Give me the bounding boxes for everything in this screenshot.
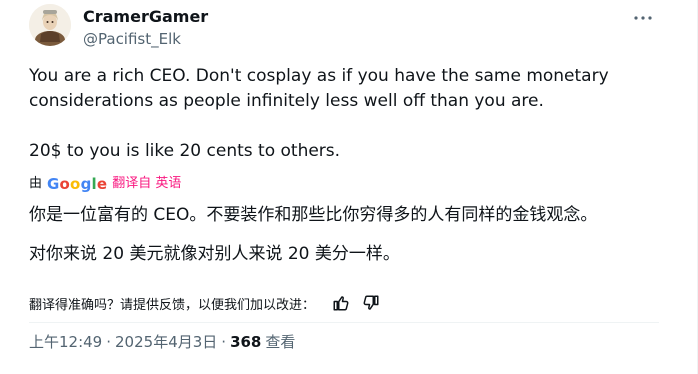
- avatar-image: [29, 4, 71, 46]
- thumbs-up-button[interactable]: [331, 293, 351, 313]
- translation-feedback: 翻译得准确吗？请提供反馈，以便我们加以改进：: [29, 293, 381, 313]
- more-options-button[interactable]: [632, 8, 654, 28]
- thumbs-up-icon: [333, 296, 349, 311]
- tweet-date[interactable]: 2025年4月3日: [115, 332, 217, 352]
- meta-separator: ·: [221, 333, 227, 351]
- feedback-buttons: [331, 293, 381, 313]
- views-label: 查看: [265, 333, 296, 351]
- views-count: 368: [230, 333, 262, 351]
- translated-by-prefix: 由: [29, 176, 43, 191]
- tweet-original-text: You are a rich CEO. Don't cosplay as if …: [29, 66, 609, 161]
- translation-attribution: 由 Google 翻译自 英语: [29, 175, 181, 193]
- tweet-meta: 上午12:49 · 2025年4月3日 · 368 查看: [29, 332, 295, 352]
- thumbs-down-button[interactable]: [361, 293, 381, 313]
- tweet-time[interactable]: 上午12:49: [29, 332, 102, 352]
- author-display-name[interactable]: CramerGamer: [83, 7, 208, 27]
- tweet-card: CramerGamer @Pacifist_Elk You are a rich…: [0, 0, 698, 374]
- meta-separator: ·: [106, 333, 112, 351]
- divider: [29, 322, 659, 323]
- translated-paragraph-2: 对你来说 20 美元就像对别人来说 20 美分一样。: [29, 244, 400, 264]
- google-logo: Google: [47, 175, 108, 193]
- more-horizontal-icon: [634, 16, 652, 20]
- feedback-prompt: 翻译得准确吗？请提供反馈，以便我们加以改进：: [29, 297, 316, 313]
- avatar[interactable]: [29, 4, 71, 46]
- thumbs-down-icon: [363, 295, 379, 310]
- translate-from-link[interactable]: 翻译自 英语: [112, 175, 181, 193]
- author-handle[interactable]: @Pacifist_Elk: [83, 29, 181, 49]
- translated-paragraph-1: 你是一位富有的 CEO。不要装作和那些比你穷得多的人有同样的金钱观念。: [29, 205, 598, 225]
